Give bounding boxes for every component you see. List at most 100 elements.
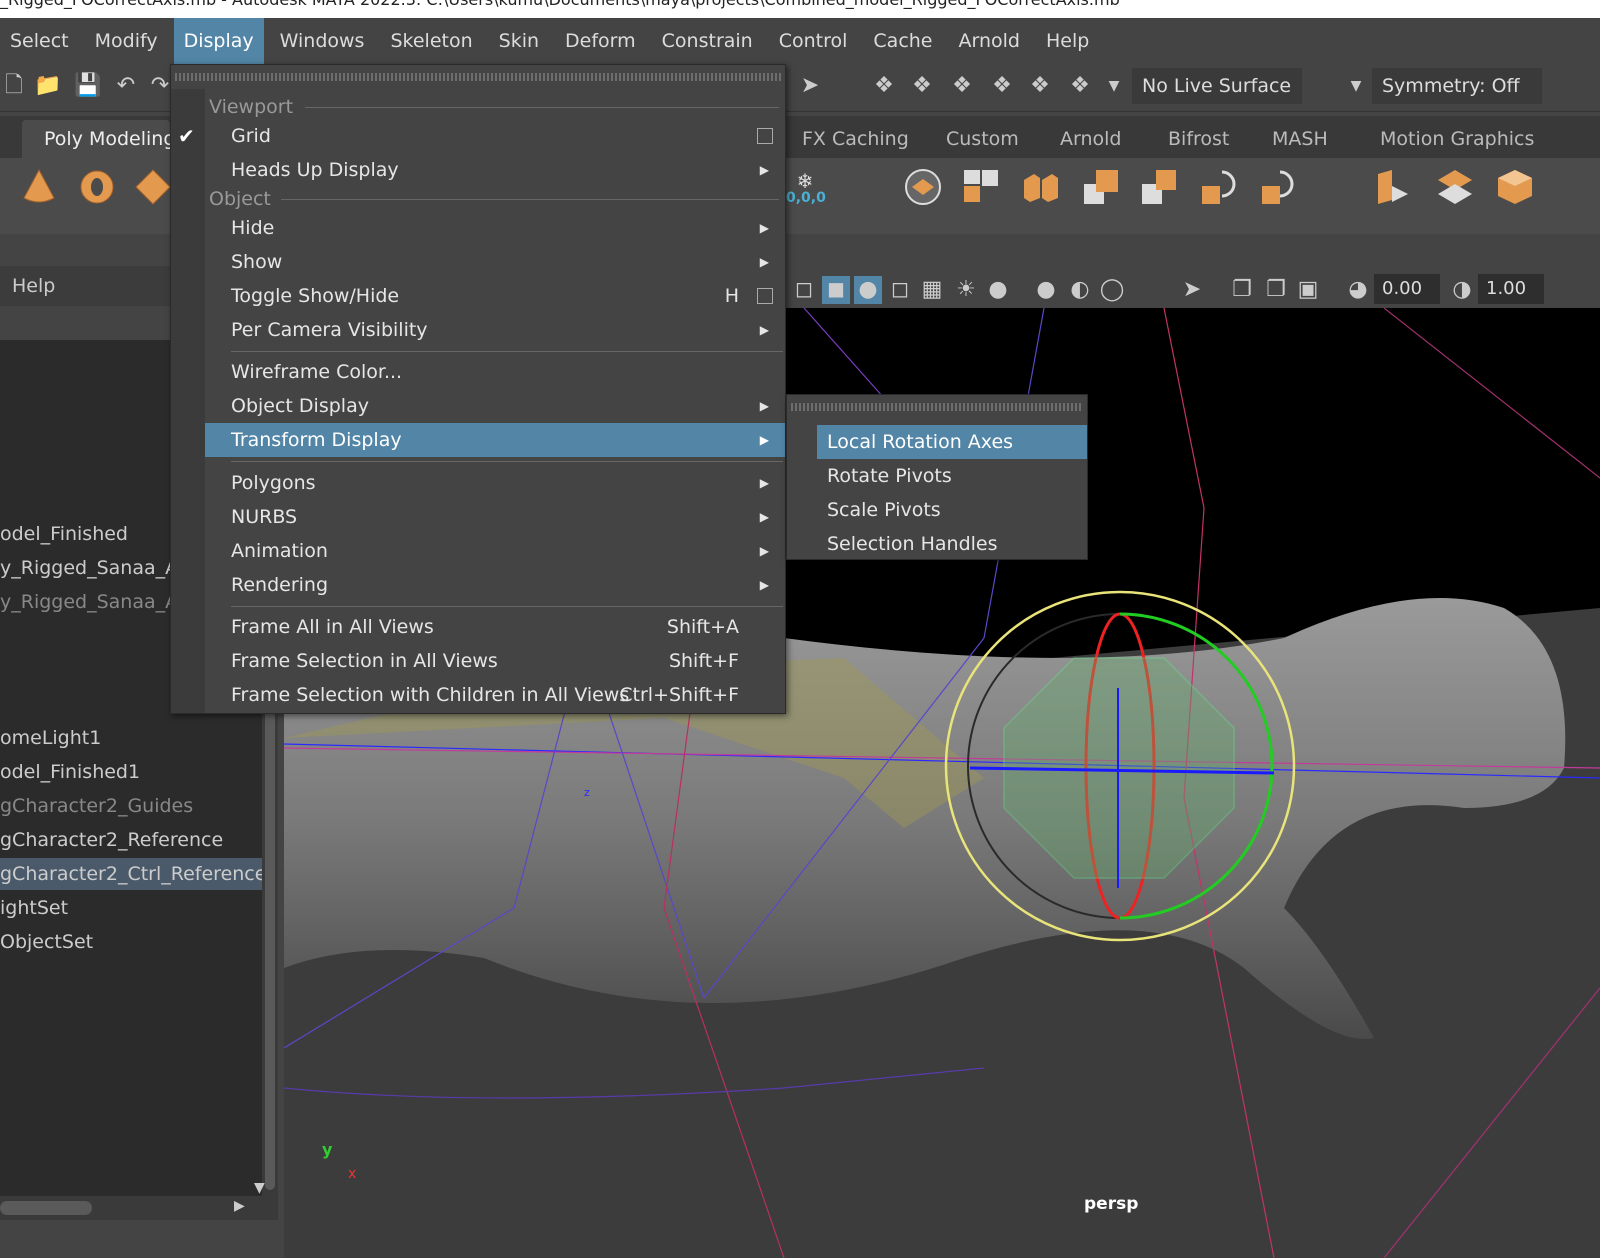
scroll-down-icon[interactable]: ▼	[254, 1180, 265, 1196]
new-scene-icon[interactable]: 🗋	[0, 72, 28, 100]
tab-mash[interactable]: MASH	[1272, 124, 1328, 154]
lights-icon[interactable]: ☀	[952, 276, 980, 304]
bridge-icon[interactable]	[1198, 166, 1240, 208]
gamma-icon[interactable]: ◑	[1448, 276, 1476, 304]
anti-aliasing-icon[interactable]: ◯	[1098, 276, 1126, 304]
menu-windows[interactable]: Windows	[270, 18, 375, 64]
default-material-icon[interactable]: ◻	[886, 276, 914, 304]
menu-display[interactable]: Display	[173, 18, 264, 64]
scrollbar-thumb[interactable]	[0, 1201, 92, 1215]
snap-curve-icon[interactable]: ❖	[908, 72, 936, 100]
menu-item-show[interactable]: Show ▶	[205, 245, 785, 279]
tab-arnold[interactable]: Arnold	[1060, 124, 1121, 154]
tab-poly-modeling[interactable]: Poly Modeling	[44, 124, 175, 154]
center-pivot-icon[interactable]	[902, 166, 944, 208]
snap-grid-icon[interactable]: ❖	[870, 72, 898, 100]
option-box[interactable]	[757, 128, 773, 144]
exposure-icon[interactable]: ◕	[1344, 276, 1372, 304]
menu-item-toggle-show-hide[interactable]: Toggle Show/Hide H	[205, 279, 785, 313]
menu-item-nurbs[interactable]: NURBS ▶	[205, 500, 785, 534]
outliner-item[interactable]: omeLight1	[0, 722, 262, 754]
save-scene-icon[interactable]: 💾	[74, 72, 102, 100]
snap-view-icon[interactable]: ❖	[988, 72, 1016, 100]
menu-item-per-camera-visibility[interactable]: Per Camera Visibility ▶	[205, 313, 785, 347]
tab-bifrost[interactable]: Bifrost	[1168, 124, 1229, 154]
outliner-item[interactable]: ightSet	[0, 892, 262, 924]
menu-item-rendering[interactable]: Rendering ▶	[205, 568, 785, 602]
menu-select[interactable]: Select	[0, 18, 79, 64]
poly-cube-icon[interactable]	[1494, 166, 1536, 208]
isolate-select-icon[interactable]: ➤	[1178, 276, 1206, 304]
extract-icon[interactable]	[1080, 166, 1122, 208]
snap-surface-icon[interactable]: ❖	[1026, 72, 1054, 100]
snap-options-chevron-icon[interactable]: ▼	[1100, 72, 1128, 100]
menu-item-heads-up-display[interactable]: Heads Up Display ▶	[205, 153, 785, 187]
outliner-item[interactable]: odel_Finished1	[0, 756, 262, 788]
tab-motion-graphics[interactable]: Motion Graphics	[1380, 124, 1534, 154]
menu-item-hide[interactable]: Hide ▶	[205, 211, 785, 245]
outliner-item[interactable]: ObjectSet	[0, 926, 262, 958]
scroll-right-icon[interactable]: ▶	[234, 1198, 245, 1214]
shadows-icon[interactable]: ●	[984, 276, 1012, 304]
outliner-item-selected[interactable]: gCharacter2_Ctrl_Reference	[0, 858, 262, 890]
combine-icon[interactable]	[960, 166, 1002, 208]
bevel-icon[interactable]	[1258, 166, 1300, 208]
tab-custom[interactable]: Custom	[946, 124, 1019, 154]
exposure-field[interactable]: 0.00	[1374, 274, 1440, 304]
menu-tear-off[interactable]	[175, 73, 781, 81]
symmetry-dropdown[interactable]: Symmetry: Off	[1372, 68, 1542, 104]
menu-skin[interactable]: Skin	[489, 18, 549, 64]
outliner-horizontal-scrollbar[interactable]	[0, 1196, 262, 1220]
outliner-item[interactable]: gCharacter2_Reference	[0, 824, 262, 856]
menu-item-local-rotation-axes[interactable]: Local Rotation Axes	[817, 425, 1087, 459]
open-scene-icon[interactable]: 📁	[34, 72, 62, 100]
menu-skeleton[interactable]: Skeleton	[380, 18, 482, 64]
poly-cone-icon[interactable]	[18, 166, 60, 208]
textured-icon[interactable]: ▦	[918, 276, 946, 304]
tab-fx-caching[interactable]: FX Caching	[802, 124, 909, 154]
xray-icon[interactable]: ❐	[1228, 276, 1256, 304]
extrude-icon[interactable]	[1372, 166, 1414, 208]
multi-cut-icon[interactable]	[1434, 166, 1476, 208]
menu-item-frame-selection-children[interactable]: Frame Selection with Children in All Vie…	[205, 678, 785, 712]
xray-joints-icon[interactable]: ❐	[1262, 276, 1290, 304]
wireframe-icon[interactable]: ◻	[790, 276, 818, 304]
menu-deform[interactable]: Deform	[555, 18, 646, 64]
outliner-item[interactable]: gCharacter2_Guides	[0, 790, 262, 822]
option-box[interactable]	[757, 288, 773, 304]
menu-item-wireframe-color[interactable]: Wireframe Color...	[205, 355, 785, 389]
menu-tear-off[interactable]	[791, 403, 1083, 411]
menu-cache[interactable]: Cache	[863, 18, 942, 64]
menu-item-object-display[interactable]: Object Display ▶	[205, 389, 785, 423]
menu-constrain[interactable]: Constrain	[652, 18, 763, 64]
xray-components-icon[interactable]: ▣	[1294, 276, 1322, 304]
menu-item-animation[interactable]: Animation ▶	[205, 534, 785, 568]
menu-item-rotate-pivots[interactable]: Rotate Pivots	[817, 459, 1087, 493]
snap-point-icon[interactable]: ❖	[948, 72, 976, 100]
snap-pivot-icon[interactable]: ❖	[1066, 72, 1094, 100]
select-tool-icon[interactable]: ➤	[796, 72, 824, 100]
menu-item-frame-selection[interactable]: Frame Selection in All Views Shift+F	[205, 644, 785, 678]
menu-arnold[interactable]: Arnold	[949, 18, 1030, 64]
smooth-shade-icon[interactable]: ◼	[822, 276, 850, 304]
menu-item-polygons[interactable]: Polygons ▶	[205, 466, 785, 500]
live-surface-field[interactable]: No Live Surface	[1132, 68, 1302, 104]
poly-torus-icon[interactable]	[76, 166, 118, 208]
duplicate-face-icon[interactable]	[1138, 166, 1180, 208]
separate-icon[interactable]	[1020, 166, 1062, 208]
poly-plane-icon[interactable]	[132, 166, 174, 208]
menu-item-selection-handles[interactable]: Selection Handles	[817, 527, 1087, 561]
undo-icon[interactable]: ↶	[112, 72, 140, 100]
menu-item-scale-pivots[interactable]: Scale Pivots	[817, 493, 1087, 527]
menu-item-grid[interactable]: Grid	[205, 119, 785, 153]
gamma-field[interactable]: 1.00	[1478, 274, 1544, 304]
menu-help[interactable]: Help	[1036, 18, 1099, 64]
wireframe-on-shaded-icon[interactable]: ●	[854, 276, 882, 304]
symmetry-chevron-icon[interactable]: ▼	[1342, 72, 1370, 100]
menu-item-transform-display[interactable]: Transform Display ▶	[205, 423, 785, 457]
menu-control[interactable]: Control	[769, 18, 858, 64]
menu-item-frame-all[interactable]: Frame All in All Views Shift+A	[205, 610, 785, 644]
motion-blur-icon[interactable]: ◐	[1066, 276, 1094, 304]
ambient-occlusion-icon[interactable]: ●	[1032, 276, 1060, 304]
menu-modify[interactable]: Modify	[85, 18, 168, 64]
